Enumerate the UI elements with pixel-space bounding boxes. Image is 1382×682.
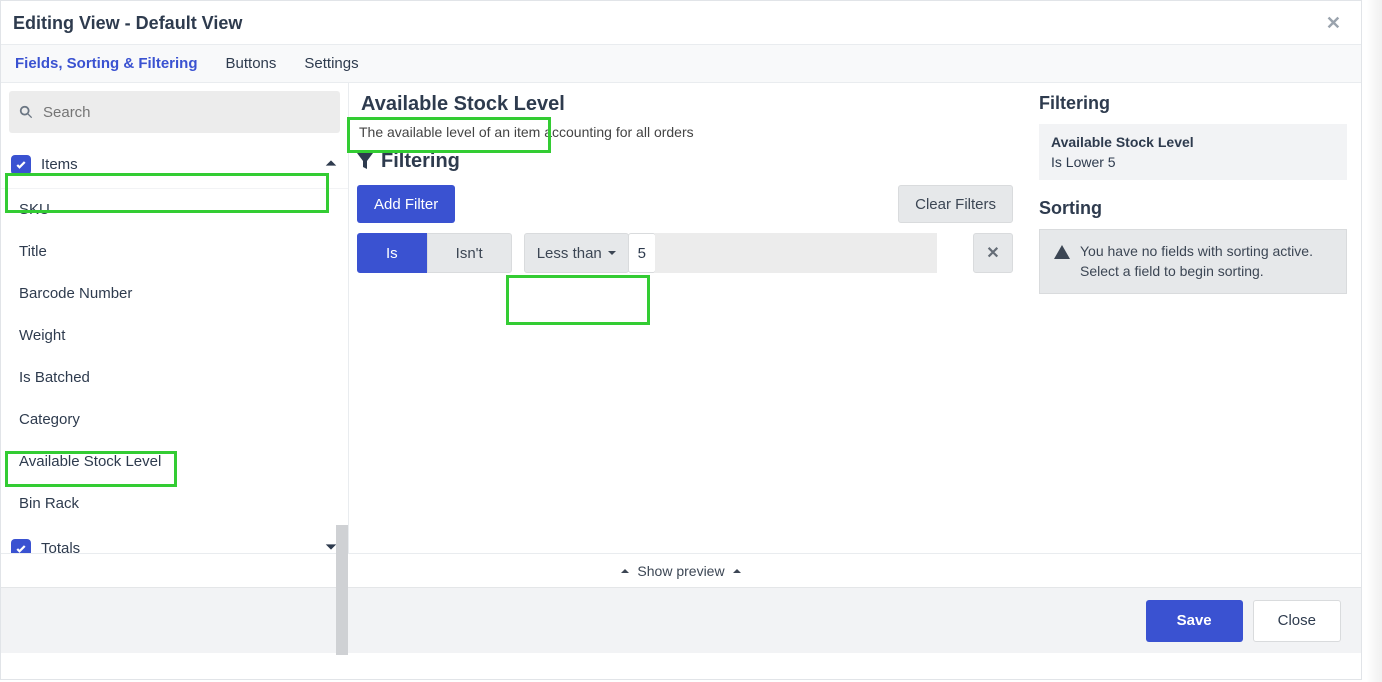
warning-icon xyxy=(1054,244,1070,260)
delete-filter-button[interactable]: ✕ xyxy=(973,233,1013,273)
check-icon xyxy=(15,159,27,171)
scrollbar-thumb[interactable] xyxy=(336,525,348,655)
dialog-header: Editing View - Default View ✕ xyxy=(1,1,1361,45)
check-icon xyxy=(15,543,27,554)
add-filter-button[interactable]: Add Filter xyxy=(357,185,455,223)
filter-summary-text: Is Lower 5 xyxy=(1051,154,1335,170)
filter-value-extension xyxy=(655,233,937,273)
field-sku[interactable]: SKU xyxy=(1,189,348,231)
field-detail-panel: Available Stock Level The available leve… xyxy=(349,83,1031,553)
right-filtering-heading: Filtering xyxy=(1039,93,1347,114)
group-totals-label: Totals xyxy=(41,540,80,553)
page-shadow xyxy=(1366,0,1382,682)
comparator-label: Less than xyxy=(537,245,602,262)
field-category[interactable]: Category xyxy=(1,399,348,441)
dialog-title: Editing View - Default View xyxy=(13,13,242,34)
chevron-up-icon xyxy=(324,156,338,174)
caret-down-icon xyxy=(608,249,616,257)
show-preview-toggle[interactable]: Show preview xyxy=(1,553,1361,587)
filtering-heading: Filtering xyxy=(357,150,1013,173)
filtering-heading-text: Filtering xyxy=(381,150,460,173)
filter-summary-title: Available Stock Level xyxy=(1051,134,1335,150)
field-weight[interactable]: Weight xyxy=(1,315,348,357)
show-preview-label: Show preview xyxy=(637,563,724,579)
filter-summary-card[interactable]: Available Stock Level Is Lower 5 xyxy=(1039,124,1347,180)
group-items-label: Items xyxy=(41,156,78,173)
checkbox-totals[interactable] xyxy=(11,539,31,554)
tab-settings[interactable]: Settings xyxy=(304,55,358,72)
dialog-footer: Save Close xyxy=(1,587,1361,653)
right-panel: Filtering Available Stock Level Is Lower… xyxy=(1031,83,1361,553)
tab-fields-sorting-filtering[interactable]: Fields, Sorting & Filtering xyxy=(15,55,198,72)
field-available-stock-level[interactable]: Available Stock Level xyxy=(1,441,348,483)
fields-sidebar: Items SKU Title Barcode Number Weight Is… xyxy=(1,83,349,553)
filter-value-input[interactable]: 5 xyxy=(628,233,656,273)
close-icon: ✕ xyxy=(1326,13,1341,33)
clear-filters-button[interactable]: Clear Filters xyxy=(898,185,1013,223)
filter-row: Is Isn't Less than 5 ✕ xyxy=(357,233,1013,273)
tab-bar: Fields, Sorting & Filtering Buttons Sett… xyxy=(1,45,1361,83)
field-is-batched[interactable]: Is Batched xyxy=(1,357,348,399)
sorting-alert-text: You have no fields with sorting active. … xyxy=(1080,242,1332,281)
comparator-dropdown[interactable]: Less than xyxy=(524,233,629,273)
tab-buttons[interactable]: Buttons xyxy=(226,55,277,72)
checkbox-items[interactable] xyxy=(11,155,31,175)
search-input-wrap[interactable] xyxy=(9,91,340,133)
right-sorting-heading: Sorting xyxy=(1039,198,1347,219)
field-title[interactable]: Title xyxy=(1,231,348,273)
filter-icon xyxy=(357,153,373,171)
close-button[interactable]: ✕ xyxy=(1318,9,1349,38)
caret-up-icon xyxy=(621,567,629,575)
filter-isnt-toggle[interactable]: Isn't xyxy=(427,233,512,273)
filter-is-toggle[interactable]: Is xyxy=(357,233,427,273)
search-input[interactable] xyxy=(41,103,330,122)
detail-description: The available level of an item accountin… xyxy=(359,124,1013,140)
detail-title: Available Stock Level xyxy=(357,91,569,118)
group-items[interactable]: Items xyxy=(1,141,348,189)
search-icon xyxy=(19,105,33,119)
close-button-footer[interactable]: Close xyxy=(1253,600,1341,642)
field-bin-rack[interactable]: Bin Rack xyxy=(1,483,348,525)
caret-up-icon xyxy=(733,567,741,575)
field-barcode[interactable]: Barcode Number xyxy=(1,273,348,315)
sorting-empty-alert: You have no fields with sorting active. … xyxy=(1039,229,1347,294)
group-totals[interactable]: Totals xyxy=(1,525,348,553)
save-button[interactable]: Save xyxy=(1146,600,1243,642)
close-icon: ✕ xyxy=(986,243,999,263)
